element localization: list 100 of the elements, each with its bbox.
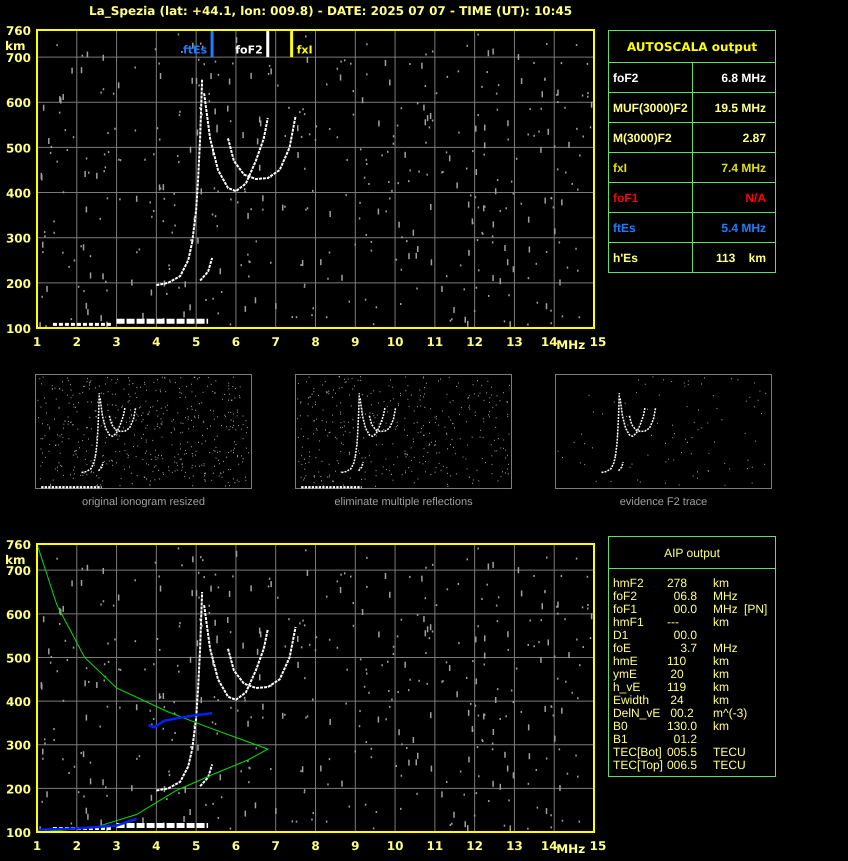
parameter-value: 119 [667, 681, 688, 694]
marker-label: foF2 [235, 43, 263, 56]
parameter-note: [PN] [744, 603, 768, 616]
axis-label: 13 [506, 335, 523, 349]
parameter-value: 00.2 [669, 707, 695, 720]
table-title: AUTOSCALA output [609, 31, 775, 63]
parameter-name: hmE [613, 655, 639, 668]
parameter-name: TEC[Bot] [613, 746, 663, 759]
axis-label: 100 [6, 322, 31, 336]
axis-label: 760 [6, 538, 31, 552]
marker-label: fxI [296, 43, 313, 56]
axis-label: 600 [6, 608, 31, 622]
axis-label: 10 [386, 839, 404, 853]
parameter-name: foF2 [613, 70, 638, 84]
parameter-name: ymE [613, 668, 638, 681]
axis-label: 8 [311, 335, 320, 349]
axis-unit: km [5, 39, 26, 53]
axis-label: 6 [232, 335, 240, 349]
axis-label: 400 [6, 695, 31, 710]
parameter-value: 113 km [716, 250, 766, 264]
axis-unit: MHz [556, 842, 586, 856]
axis-label: 4 [152, 335, 161, 349]
axis-unit: MHz [556, 338, 586, 352]
axis-label: 300 [6, 738, 31, 753]
axis-label: 12 [466, 335, 483, 349]
parameter-unit: km [713, 655, 730, 668]
axis-label: 8 [311, 839, 320, 853]
parameter-name: foF1 [613, 603, 638, 616]
thumbnail-caption: evidence F2 trace [620, 496, 708, 508]
parameter-name: B0 [613, 720, 628, 733]
axis-label: 14 [540, 839, 558, 853]
parameter-unit: km [713, 616, 730, 629]
axis-label: 300 [6, 232, 31, 246]
axis-label: 700 [6, 51, 31, 66]
parameter-value: 6.8 MHz [721, 70, 766, 84]
axis-label: 400 [6, 186, 31, 201]
axis-label: 1 [32, 839, 42, 853]
axis-label: 9 [351, 335, 360, 349]
axis-label: 7 [272, 335, 280, 349]
axis-label: 500 [6, 651, 31, 666]
marker-label: ftEs [182, 43, 208, 56]
parameter-name: h_vE [613, 681, 642, 694]
parameter-value: 110 [667, 655, 688, 668]
axis-label: 3 [112, 335, 121, 349]
axis-label: 13 [506, 839, 523, 853]
parameter-value: 19.5 MHz [714, 100, 766, 114]
axis-label: 14 [540, 335, 558, 349]
parameter-name: h'Es [613, 250, 638, 264]
axis-label: 15 [590, 839, 606, 853]
axis-label: 2 [72, 839, 81, 853]
parameter-value: 7.4 MHz [721, 160, 766, 174]
parameter-name: fxI [613, 160, 628, 174]
axis-label: 9 [351, 839, 360, 853]
parameter-name: TEC[Top] [613, 759, 664, 772]
parameter-name: M(3000)F2 [613, 130, 672, 144]
axis-label: 7 [272, 839, 280, 853]
axis-label: 5 [192, 839, 200, 853]
parameter-value: 00.0 [672, 629, 698, 642]
parameter-name: hmF2 [613, 577, 645, 590]
parameter-name: ftEs [613, 220, 636, 234]
parameter-unit: MHz [713, 590, 739, 603]
parameter-unit: TECU [713, 759, 744, 772]
axis-label: 100 [6, 826, 31, 840]
parameter-unit: km [713, 681, 730, 694]
axis-label: 200 [6, 782, 31, 796]
parameter-unit: km [713, 668, 730, 681]
axis-label: 700 [6, 564, 31, 578]
thumbnail-caption: original ionogram resized [82, 496, 205, 508]
parameter-value: 24 [669, 694, 685, 707]
parameter-unit: m^(-3) [713, 707, 744, 720]
thumbnail-caption: eliminate multiple reflections [334, 496, 473, 508]
axis-label: 5 [192, 335, 200, 349]
parameter-value: 278 [667, 577, 688, 590]
parameter-name: D1 [613, 629, 630, 642]
parameter-name: DelN_vE [613, 707, 662, 720]
parameter-name: MUF(3000)F2 [613, 100, 688, 114]
parameter-value: 005.5 [667, 746, 698, 759]
parameter-value: 006.5 [667, 759, 698, 772]
table-title: AIP output [609, 537, 775, 569]
axis-label: 11 [426, 839, 444, 853]
parameter-value: 5.4 MHz [721, 220, 766, 234]
parameter-value: 00.0 [672, 603, 698, 616]
parameter-value: 06.8 [672, 590, 698, 603]
parameter-name: foF1 [613, 190, 638, 204]
parameter-value: 3.7 [679, 642, 698, 655]
parameter-unit: km [713, 577, 730, 590]
parameter-name: foF2 [613, 590, 638, 603]
axis-label: 12 [466, 839, 483, 853]
axis-label: 3 [112, 839, 121, 853]
axis-label: 6 [232, 839, 240, 853]
parameter-value: 20 [669, 668, 685, 681]
axis-label: 200 [6, 276, 31, 291]
parameter-value: 01.2 [672, 733, 698, 746]
axis-label: 15 [590, 335, 606, 349]
parameter-value: N/A [745, 190, 766, 204]
axis-label: 500 [6, 141, 31, 156]
parameter-value: 130.0 [667, 720, 698, 733]
parameter-unit: MHz [713, 603, 739, 616]
parameter-unit: MHz [713, 642, 739, 655]
window-title: La_Spezia (lat: +44.1, lon: 009.8) - DATE: 2025 07 07 - TIME (UT): 10:45 [88, 3, 574, 20]
